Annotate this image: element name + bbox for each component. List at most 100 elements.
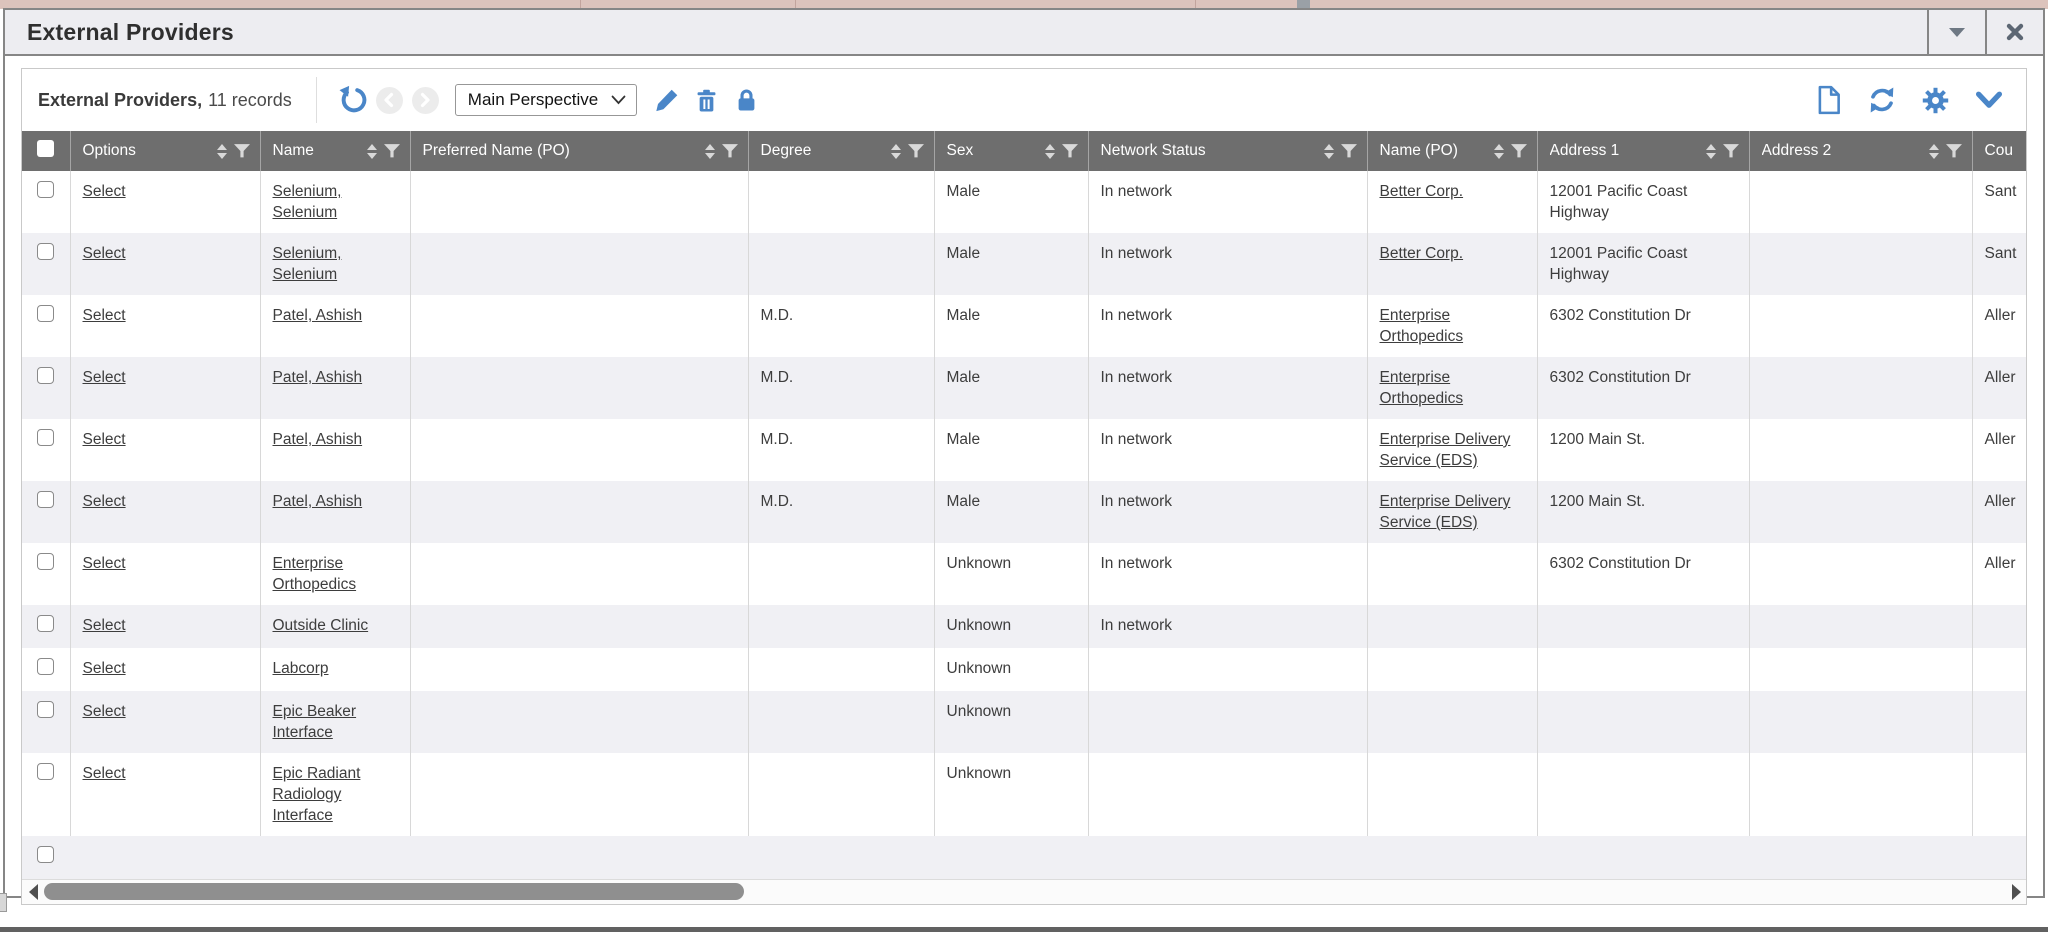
name_po-link[interactable]: Better Corp. bbox=[1380, 245, 1464, 262]
select-link[interactable]: Select bbox=[83, 245, 126, 262]
name-link[interactable]: Patel, Ashish bbox=[273, 307, 363, 324]
filter-funnel-icon[interactable] bbox=[234, 144, 250, 158]
select-link[interactable]: Select bbox=[83, 555, 126, 572]
cell-name_po: Better Corp. bbox=[1367, 233, 1537, 295]
filter-funnel-icon[interactable] bbox=[1723, 144, 1739, 158]
filter-funnel-icon[interactable] bbox=[722, 144, 738, 158]
column-label: Network Status bbox=[1101, 142, 1317, 160]
name-link[interactable]: Patel, Ashish bbox=[273, 369, 363, 386]
edit-perspective-button[interactable] bbox=[653, 87, 680, 114]
name-link[interactable]: Enterprise Orthopedics bbox=[273, 555, 357, 593]
cell-county: Aller bbox=[1972, 419, 2026, 481]
sort-icon[interactable] bbox=[1929, 144, 1939, 159]
column-header-degree[interactable]: Degree bbox=[748, 131, 934, 171]
filter-funnel-icon[interactable] bbox=[1946, 144, 1962, 158]
name_po-link[interactable]: Enterprise Delivery Service (EDS) bbox=[1380, 431, 1511, 469]
column-header-preferred_name[interactable]: Preferred Name (PO) bbox=[410, 131, 748, 171]
name-link[interactable]: Patel, Ashish bbox=[273, 493, 363, 510]
cell-address2 bbox=[1749, 419, 1972, 481]
name-link[interactable]: Selenium, Selenium bbox=[273, 183, 342, 221]
name-link[interactable]: Outside Clinic bbox=[273, 617, 369, 634]
filter-funnel-icon[interactable] bbox=[1062, 144, 1078, 158]
scroll-right-arrow-icon[interactable] bbox=[2012, 884, 2021, 900]
row-checkbox[interactable] bbox=[37, 615, 54, 632]
empty-row-checkbox[interactable] bbox=[37, 846, 54, 863]
select-all-checkbox[interactable] bbox=[37, 140, 54, 157]
row-checkbox[interactable] bbox=[37, 658, 54, 675]
row-checkbox[interactable] bbox=[37, 243, 54, 260]
select-all-header[interactable] bbox=[22, 131, 70, 171]
select-link[interactable]: Select bbox=[83, 703, 126, 720]
select-link[interactable]: Select bbox=[83, 183, 126, 200]
sort-icon[interactable] bbox=[367, 144, 377, 159]
name-link[interactable]: Patel, Ashish bbox=[273, 431, 363, 448]
column-header-name[interactable]: Name bbox=[260, 131, 410, 171]
column-header-county[interactable]: Cou bbox=[1972, 131, 2026, 171]
row-checkbox[interactable] bbox=[37, 305, 54, 322]
filter-funnel-icon[interactable] bbox=[1341, 144, 1357, 158]
filter-funnel-icon[interactable] bbox=[384, 144, 400, 158]
sort-icon[interactable] bbox=[1706, 144, 1716, 159]
undo-button[interactable] bbox=[337, 85, 367, 115]
scroll-left-arrow-icon[interactable] bbox=[29, 884, 38, 900]
column-header-network_status[interactable]: Network Status bbox=[1088, 131, 1367, 171]
cell-name: Patel, Ashish bbox=[260, 419, 410, 481]
name_po-link[interactable]: Better Corp. bbox=[1380, 183, 1464, 200]
name-link[interactable]: Epic Radiant Radiology Interface bbox=[273, 765, 361, 824]
record-count-label: External Providers,11 records bbox=[38, 90, 292, 111]
row-checkbox[interactable] bbox=[37, 429, 54, 446]
select-link[interactable]: Select bbox=[83, 431, 126, 448]
sort-icon[interactable] bbox=[705, 144, 715, 159]
select-link[interactable]: Select bbox=[83, 307, 126, 324]
perspective-select[interactable]: Main Perspective bbox=[455, 84, 637, 116]
sort-icon[interactable] bbox=[217, 144, 227, 159]
window-close-button[interactable] bbox=[1985, 10, 2043, 54]
chevron-right-icon bbox=[418, 92, 432, 108]
row-checkbox[interactable] bbox=[37, 491, 54, 508]
sort-icon[interactable] bbox=[1324, 144, 1334, 159]
cell-sex: Unknown bbox=[934, 543, 1088, 605]
window-menu-button[interactable] bbox=[1927, 10, 1985, 54]
column-header-options[interactable]: Options bbox=[70, 131, 260, 171]
name-link[interactable]: Labcorp bbox=[273, 660, 329, 677]
refresh-button[interactable] bbox=[1867, 85, 1897, 115]
settings-button[interactable] bbox=[1921, 86, 1950, 115]
cell-address2 bbox=[1749, 481, 1972, 543]
column-header-sex[interactable]: Sex bbox=[934, 131, 1088, 171]
collapse-toolbar-button[interactable] bbox=[1974, 88, 2004, 112]
name_po-link[interactable]: Enterprise Orthopedics bbox=[1380, 369, 1464, 407]
sort-icon[interactable] bbox=[1494, 144, 1504, 159]
name-link[interactable]: Epic Beaker Interface bbox=[273, 703, 357, 741]
select-link[interactable]: Select bbox=[83, 369, 126, 386]
cell-degree bbox=[748, 605, 934, 648]
row-checkbox[interactable] bbox=[37, 701, 54, 718]
row-checkbox[interactable] bbox=[37, 763, 54, 780]
cell-network_status: In network bbox=[1088, 543, 1367, 605]
row-checkbox[interactable] bbox=[37, 181, 54, 198]
select-link[interactable]: Select bbox=[83, 493, 126, 510]
filter-funnel-icon[interactable] bbox=[1511, 144, 1527, 158]
next-perspective-button[interactable] bbox=[412, 87, 439, 114]
column-header-name_po[interactable]: Name (PO) bbox=[1367, 131, 1537, 171]
table-row: SelectEpic Radiant Radiology InterfaceUn… bbox=[22, 753, 2026, 836]
select-link[interactable]: Select bbox=[83, 660, 126, 677]
sort-icon[interactable] bbox=[891, 144, 901, 159]
column-header-address2[interactable]: Address 2 bbox=[1749, 131, 1972, 171]
previous-perspective-button[interactable] bbox=[376, 87, 403, 114]
row-checkbox[interactable] bbox=[37, 553, 54, 570]
name_po-link[interactable]: Enterprise Orthopedics bbox=[1380, 307, 1464, 345]
new-record-button[interactable] bbox=[1815, 85, 1843, 115]
column-header-address1[interactable]: Address 1 bbox=[1537, 131, 1749, 171]
row-checkbox[interactable] bbox=[37, 367, 54, 384]
name_po-link[interactable]: Enterprise Delivery Service (EDS) bbox=[1380, 493, 1511, 531]
delete-perspective-button[interactable] bbox=[693, 87, 720, 114]
scrollbar-thumb[interactable] bbox=[44, 883, 744, 900]
horizontal-scrollbar[interactable] bbox=[22, 879, 2026, 904]
lock-perspective-button[interactable] bbox=[733, 87, 760, 114]
sort-icon[interactable] bbox=[1045, 144, 1055, 159]
select-link[interactable]: Select bbox=[83, 617, 126, 634]
name-link[interactable]: Selenium, Selenium bbox=[273, 245, 342, 283]
select-link[interactable]: Select bbox=[83, 765, 126, 782]
row-checkbox-cell bbox=[22, 295, 70, 357]
filter-funnel-icon[interactable] bbox=[908, 144, 924, 158]
